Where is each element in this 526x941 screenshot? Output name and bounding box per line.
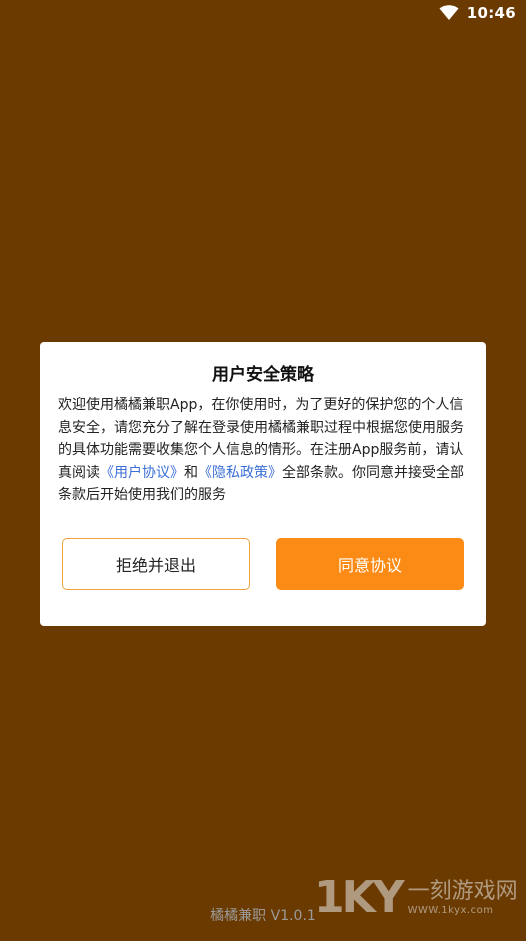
dialog-body: 欢迎使用橘橘兼职App，在你使用时，为了更好的保护您的个人信息安全，请您充分了解…	[58, 394, 472, 507]
wifi-icon	[439, 5, 459, 20]
app-version: 橘橘兼职 V1.0.1	[210, 908, 316, 924]
watermark-name: 一刻游戏网	[407, 879, 518, 905]
privacy-policy-link[interactable]: 《隐私政策》	[198, 465, 282, 481]
dialog-title: 用户安全策略	[212, 365, 314, 385]
status-indicators: 10:46	[439, 4, 516, 22]
privacy-dialog: 用户安全策略 欢迎使用橘橘兼职App，在你使用时，为了更好的保护您的个人信息安全…	[40, 342, 486, 626]
user-agreement-link[interactable]: 《用户协议》	[100, 465, 184, 481]
agree-button[interactable]: 同意协议	[276, 538, 464, 590]
reject-and-exit-button[interactable]: 拒绝并退出	[62, 538, 250, 590]
dialog-body-and: 和	[184, 464, 198, 481]
status-bar: 10:46	[0, 0, 526, 30]
status-time: 10:46	[466, 4, 516, 22]
